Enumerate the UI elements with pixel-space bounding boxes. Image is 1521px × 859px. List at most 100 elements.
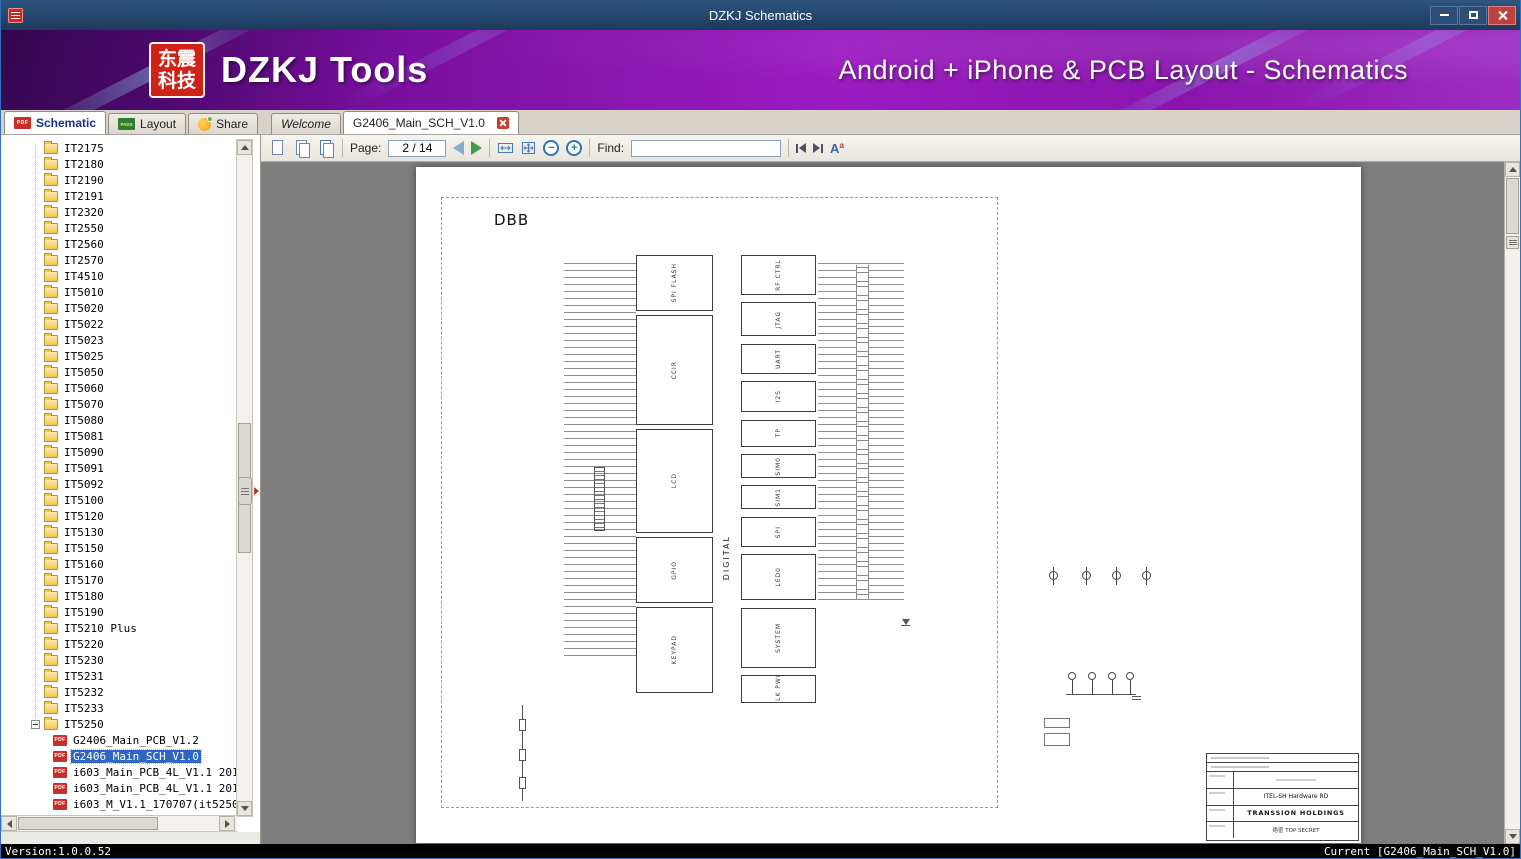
- tree-item-folder[interactable]: IT5081: [31, 428, 236, 444]
- tree-item-folder[interactable]: IT5025: [31, 348, 236, 364]
- folder-label: IT2320: [64, 205, 104, 219]
- tree-item-folder[interactable]: IT5130: [31, 524, 236, 540]
- tree-item-folder[interactable]: IT5100: [31, 492, 236, 508]
- tree-item-folder[interactable]: IT5233: [31, 700, 236, 716]
- left-pin-wires: [564, 263, 636, 659]
- testpoint-icon: [1142, 567, 1151, 585]
- resistor-icon: [519, 777, 526, 789]
- doc-tab-welcome[interactable]: Welcome: [271, 113, 341, 134]
- tree-item-folder[interactable]: IT2560: [31, 236, 236, 252]
- tree-item-folder[interactable]: IT2320: [31, 204, 236, 220]
- tree-item-folder[interactable]: IT5010: [31, 284, 236, 300]
- split-grip[interactable]: [1506, 236, 1519, 249]
- scroll-thumb[interactable]: [1506, 178, 1519, 234]
- tree-item-folder[interactable]: IT5023: [31, 332, 236, 348]
- tree-item-folder[interactable]: IT5150: [31, 540, 236, 556]
- close-button[interactable]: [1488, 5, 1516, 25]
- tree-item-folder[interactable]: IT5070: [31, 396, 236, 412]
- folder-label: IT5023: [64, 333, 104, 347]
- content-area: IT2175 IT2180 IT2190 IT2191 IT2320 IT255…: [1, 135, 1520, 844]
- tree-item-folder[interactable]: IT2570: [31, 252, 236, 268]
- sidebar-collapse-handle[interactable]: [238, 477, 259, 505]
- tree-item-folder[interactable]: IT5050: [31, 364, 236, 380]
- minimize-button[interactable]: [1430, 5, 1458, 25]
- zoom-in-button[interactable]: +: [566, 140, 583, 156]
- maximize-button[interactable]: [1459, 5, 1487, 25]
- title-block-labels: [1207, 772, 1234, 838]
- folder-icon: [44, 172, 58, 186]
- title-block-org: ITEL-SH Hardware RD: [1234, 789, 1358, 806]
- tree-item-folder[interactable]: IT5230: [31, 652, 236, 668]
- tree-item-folder[interactable]: IT5090: [31, 444, 236, 460]
- scroll-down-button[interactable]: [237, 801, 252, 816]
- font-size-button[interactable]: A a: [830, 141, 844, 155]
- tree-item-folder[interactable]: IT5060: [31, 380, 236, 396]
- tab-layout[interactable]: PADS Layout: [108, 113, 187, 134]
- previous-page-button[interactable]: [453, 141, 465, 155]
- find-input[interactable]: [631, 139, 782, 157]
- tree-item-folder[interactable]: IT5170: [31, 572, 236, 588]
- tree-item-folder[interactable]: IT5020: [31, 300, 236, 316]
- tab-share[interactable]: Share: [188, 113, 259, 134]
- find-next-button[interactable]: [813, 143, 824, 153]
- scroll-left-button[interactable]: [1, 816, 17, 831]
- tree-item-folder[interactable]: IT5231: [31, 668, 236, 684]
- tree-item-folder[interactable]: IT5232: [31, 684, 236, 700]
- tree-item-folder[interactable]: IT2190: [31, 172, 236, 188]
- continuous-pages-icon[interactable]: [318, 139, 335, 158]
- chip-block: CCIR: [636, 315, 713, 425]
- tree-item-folder[interactable]: IT5220: [31, 636, 236, 652]
- fit-width-icon[interactable]: [497, 141, 514, 155]
- close-tab-icon[interactable]: [496, 117, 509, 129]
- chip-block: GPIO: [636, 537, 713, 603]
- page-number-input[interactable]: [388, 139, 447, 157]
- tree-item-folder[interactable]: IT5210 Plus: [31, 620, 236, 636]
- file-label: G2406_Main_PCB_V1.2: [73, 733, 199, 747]
- tab-schematic[interactable]: PDF Schematic: [4, 111, 107, 134]
- scroll-up-button[interactable]: [237, 140, 252, 155]
- tree-item-file[interactable]: PDF G2406_Main_SCH_V1.0: [53, 748, 236, 764]
- tree-item-file[interactable]: PDF i603_Main_PCB_4L_V1.1 201: [53, 780, 236, 796]
- window-controls: [1430, 5, 1516, 25]
- viewer-vertical-scrollbar: [1504, 162, 1520, 844]
- fit-page-icon[interactable]: [521, 141, 536, 155]
- tree-file-list: PDF G2406_Main_PCB_V1.2 PDF G2406_Main_S…: [31, 732, 236, 812]
- folder-label: IT5160: [64, 557, 104, 571]
- tree-item-folder[interactable]: IT2550: [31, 220, 236, 236]
- tree-item-folder[interactable]: IT2180: [31, 156, 236, 172]
- tree-item-folder[interactable]: IT4510: [31, 268, 236, 284]
- single-page-icon[interactable]: [270, 139, 287, 157]
- folder-icon: [44, 188, 58, 202]
- find-previous-button[interactable]: [796, 143, 807, 153]
- tree-item-folder[interactable]: IT5160: [31, 556, 236, 572]
- expander-icon[interactable]: [31, 719, 40, 729]
- tree-item-folder[interactable]: IT5080: [31, 412, 236, 428]
- tree-item-folder[interactable]: IT5250: [31, 716, 236, 732]
- tree-item-folder[interactable]: IT5120: [31, 508, 236, 524]
- tree-item-file[interactable]: PDF G2406_Main_PCB_V1.2: [53, 732, 236, 748]
- folder-icon: [44, 460, 58, 474]
- tree-item-folder[interactable]: IT5180: [31, 588, 236, 604]
- logo-text-bottom: 科技: [157, 70, 196, 92]
- pdf-viewer[interactable]: DBB SPI FLASH CCIR LCD GPIO KEYPAD RF CTRL JT…: [261, 162, 1520, 844]
- tree-item-folder[interactable]: IT2191: [31, 188, 236, 204]
- scroll-down-button[interactable]: [1505, 829, 1520, 844]
- next-page-button[interactable]: [471, 141, 483, 155]
- pdf-icon: PDF: [53, 782, 67, 794]
- scroll-thumb[interactable]: [18, 817, 158, 830]
- facing-pages-icon[interactable]: [294, 139, 311, 158]
- folder-label: IT5050: [64, 365, 104, 379]
- doc-tab-current[interactable]: G2406_Main_SCH_V1.0: [342, 111, 519, 134]
- tree-item-folder[interactable]: IT5092: [31, 476, 236, 492]
- tree-item-file[interactable]: PDF i603_M_V1.1_170707(it5250: [53, 796, 236, 812]
- tree-item-file[interactable]: PDF i603_Main_PCB_4L_V1.1 201: [53, 764, 236, 780]
- tree-item-folder[interactable]: IT5190: [31, 604, 236, 620]
- zoom-out-button[interactable]: −: [543, 140, 560, 156]
- folder-icon: [44, 524, 58, 538]
- tree-item-folder[interactable]: IT5091: [31, 460, 236, 476]
- tree-item-folder[interactable]: IT2175: [31, 140, 236, 156]
- tree-item-folder[interactable]: IT5022: [31, 316, 236, 332]
- schematic-page: DBB SPI FLASH CCIR LCD GPIO KEYPAD RF CTRL JT…: [416, 167, 1361, 843]
- scroll-right-button[interactable]: [219, 816, 235, 831]
- scroll-up-button[interactable]: [1505, 162, 1520, 177]
